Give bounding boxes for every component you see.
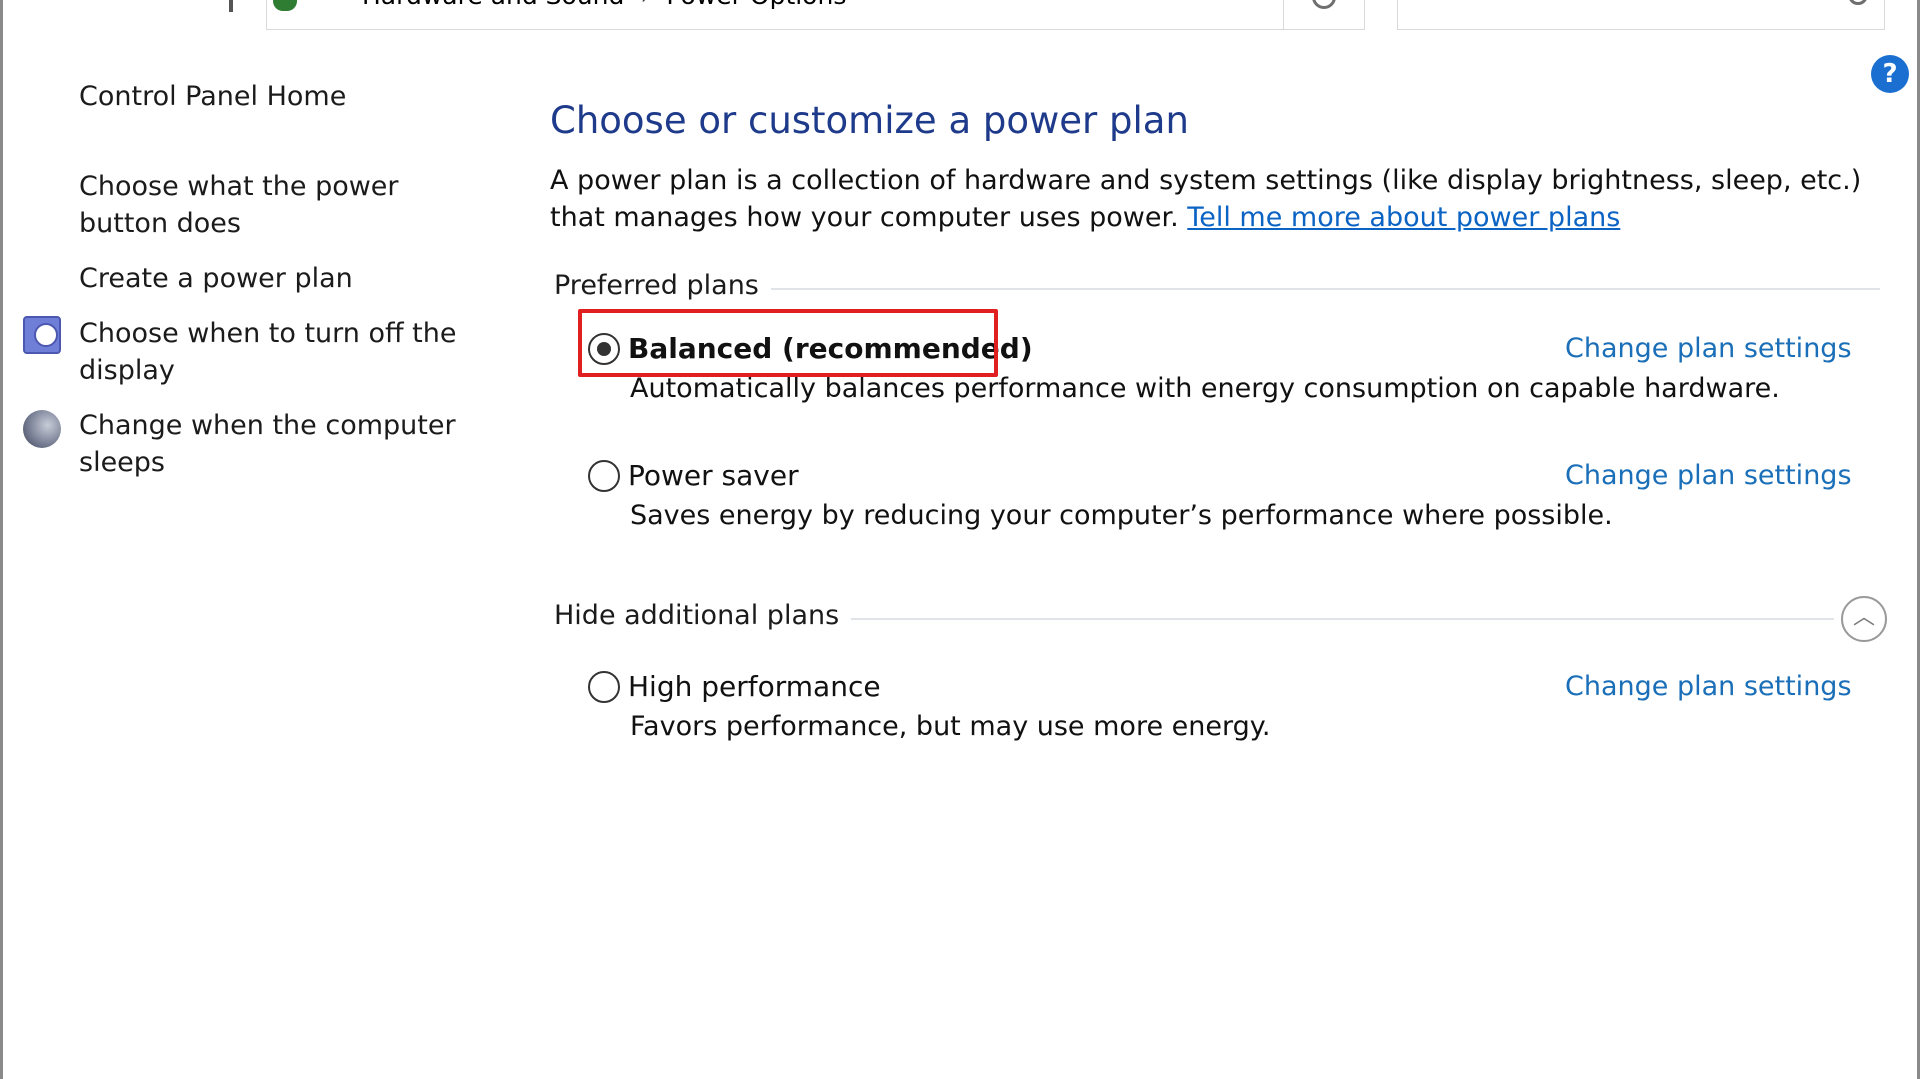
sidebar-item-computer-sleeps[interactable]: Change when the computer sleeps [79,407,489,481]
additional-plans-header[interactable]: Hide additional plans [554,600,852,631]
control-panel-icon [273,0,297,11]
high-performance-plan-name[interactable]: High performance [628,665,881,709]
breadcrumb: Hardware and Sound › Power Options [362,0,846,10]
up-arrow-icon[interactable] [229,0,233,12]
power-saver-change-plan-settings-link[interactable]: Change plan settings [1565,454,1852,498]
sidebar-item-turn-off-display[interactable]: Choose when to turn off the display [79,315,489,389]
power-options-window: ‹ › Hardware and Sound › Power Options ⌄ ?… [0,0,1920,1079]
intro-paragraph: A power plan is a collection of hardware… [550,162,1880,236]
help-icon[interactable]: ? [1871,55,1909,93]
highlight-box [578,309,998,377]
breadcrumb-separator: › [640,0,650,10]
breadcrumb-hardware-and-sound[interactable]: Hardware and Sound [362,0,624,10]
search-icon [1848,0,1868,5]
group-divider [762,288,1880,290]
forward-arrow-icon[interactable]: › [121,0,141,6]
address-bar: ‹ › Hardware and Sound › Power Options ⌄ [3,0,1920,32]
address-field[interactable]: Hardware and Sound › Power Options ⌄ [266,0,1284,30]
high-performance-plan-description: Favors performance, but may use more ene… [630,711,1271,742]
high-performance-change-plan-settings-link[interactable]: Change plan settings [1565,665,1852,709]
power-saver-plan-name[interactable]: Power saver [628,454,799,498]
power-saver-radio[interactable] [588,460,620,492]
refresh-icon [1312,0,1336,9]
power-saver-plan-description: Saves energy by reducing your computer’s… [630,500,1613,531]
back-arrow-icon[interactable]: ‹ [41,0,61,6]
collapse-chevron-up-icon[interactable]: ︿ [1841,596,1887,642]
high-performance-radio[interactable] [588,671,620,703]
group-divider [850,618,1834,620]
display-clock-icon [23,316,61,354]
sleep-moon-icon [23,410,61,448]
balanced-plan-description: Automatically balances performance with … [630,373,1780,404]
tell-me-more-link[interactable]: Tell me more about power plans [1187,202,1620,233]
control-panel-home-link[interactable]: Control Panel Home [79,78,489,115]
refresh-button[interactable] [1284,0,1365,30]
preferred-plans-header: Preferred plans [554,270,771,301]
page-title: Choose or customize a power plan [550,99,1189,142]
breadcrumb-power-options[interactable]: Power Options [666,0,846,10]
address-dropdown-icon[interactable]: ⌄ [1242,0,1255,2]
search-input[interactable] [1397,0,1885,30]
balanced-change-plan-settings-link[interactable]: Change plan settings [1565,327,1852,371]
sidebar-item-create-plan[interactable]: Create a power plan [79,260,489,297]
sidebar-item-power-button[interactable]: Choose what the power button does [79,168,489,242]
